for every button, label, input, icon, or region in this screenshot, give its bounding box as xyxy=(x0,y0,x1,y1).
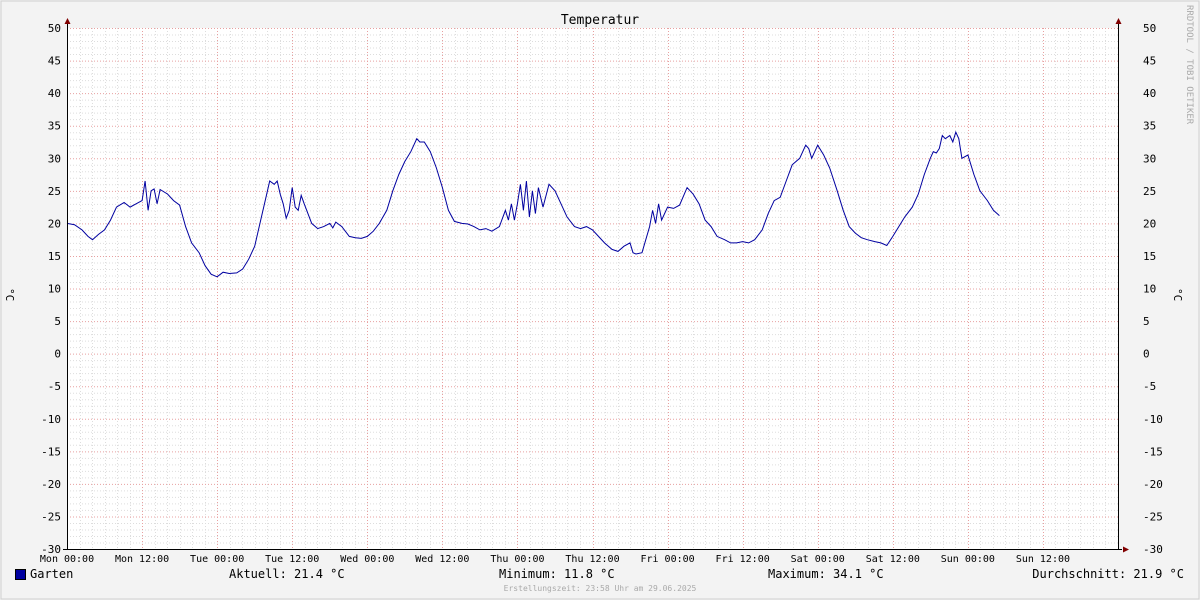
x-tick-label: Fri 12:00 xyxy=(716,554,770,565)
y-tick-label: 0 xyxy=(54,348,61,361)
y-tick-label: 20 xyxy=(1143,217,1156,230)
y-tick-label: 10 xyxy=(48,283,61,296)
x-tick-labels: Mon 00:00 Mon 12:00 Tue 00:00 Tue 12:00 Wed … xyxy=(40,554,1070,565)
y-tick-label: 10 xyxy=(1143,283,1156,296)
y-axis-arrow-right xyxy=(1115,18,1122,24)
y-axis-label-left: °C xyxy=(3,288,16,301)
x-tick-label: Thu 12:00 xyxy=(565,554,619,565)
y-tick-label: -5 xyxy=(48,380,61,393)
y-tick-label: 20 xyxy=(48,217,61,230)
x-tick-label: Mon 12:00 xyxy=(115,554,169,565)
y-tick-label: -5 xyxy=(1143,380,1156,393)
y-tick-labels-right: 50454035302520151050-5-10-15-20-25-30 xyxy=(1143,22,1163,556)
y-tick-label: 15 xyxy=(48,250,61,263)
y-tick-label: 35 xyxy=(48,120,61,133)
y-tick-label: -20 xyxy=(41,478,61,491)
x-axis-arrow xyxy=(1123,546,1129,553)
y-tick-label: 5 xyxy=(54,315,61,328)
y-tick-label: 30 xyxy=(1143,152,1156,165)
x-tick-label: Sat 00:00 xyxy=(791,554,845,565)
temperature-chart: 50454035302520151050-5-10-15-20-25-30 50… xyxy=(0,0,1200,600)
y-axis-arrow-left xyxy=(64,18,71,24)
y-tick-label: 30 xyxy=(48,152,61,165)
y-tick-label: 40 xyxy=(1143,87,1156,100)
y-tick-label: -15 xyxy=(41,445,61,458)
y-tick-label: 45 xyxy=(48,55,61,68)
legend-current: Aktuell: 21.4 °C xyxy=(229,567,345,581)
x-tick-label: Fri 00:00 xyxy=(640,554,694,565)
rrdtool-watermark: RRDTOOL / TOBI OETIKER xyxy=(1184,5,1194,125)
y-tick-labels-left: 50454035302520151050-5-10-15-20-25-30 xyxy=(41,22,61,556)
legend-series-name: Garten xyxy=(30,567,74,581)
y-tick-label: -30 xyxy=(1143,543,1163,556)
x-tick-label: Wed 12:00 xyxy=(415,554,469,565)
legend-average: Durchschnitt: 21.9 °C xyxy=(1032,567,1184,581)
y-tick-label: 35 xyxy=(1143,120,1156,133)
x-tick-label: Tue 00:00 xyxy=(190,554,244,565)
x-tick-label: Thu 00:00 xyxy=(490,554,544,565)
y-tick-label: 5 xyxy=(1143,315,1150,328)
y-tick-label: 45 xyxy=(1143,55,1156,68)
rrd-graph: 50 45 40 35 30 25 20 15 10 5 0 -5 -10 -15 -20 -25 -30 50… xyxy=(0,0,1200,600)
x-tick-label: Sun 00:00 xyxy=(941,554,995,565)
y-tick-label: -15 xyxy=(1143,445,1163,458)
y-tick-label: 15 xyxy=(1143,250,1156,263)
y-tick-label: 50 xyxy=(48,22,61,35)
x-tick-label: Sat 12:00 xyxy=(866,554,920,565)
creation-timestamp: Erstellungszeit: 23:58 Uhr am 29.06.2025 xyxy=(503,584,697,593)
y-tick-label: -25 xyxy=(1143,510,1163,523)
chart-title: Temperatur xyxy=(561,13,639,28)
y-tick-label: -25 xyxy=(41,510,61,523)
y-tick-label: 40 xyxy=(48,87,61,100)
x-tick-label: Wed 00:00 xyxy=(340,554,394,565)
x-tick-label: Sun 12:00 xyxy=(1016,554,1070,565)
y-tick-label: 25 xyxy=(1143,185,1156,198)
x-tick-label: Mon 00:00 xyxy=(40,554,94,565)
x-tick-label: Tue 12:00 xyxy=(265,554,319,565)
y-axis-label-right: °C xyxy=(1171,288,1184,301)
y-tick-label: 50 xyxy=(1143,22,1156,35)
y-tick-label: -20 xyxy=(1143,478,1163,491)
y-tick-label: 25 xyxy=(48,185,61,198)
y-tick-label: -10 xyxy=(41,413,61,426)
legend-swatch-garten xyxy=(15,569,26,580)
legend-minimum: Minimum: 11.8 °C xyxy=(499,567,615,581)
legend-maximum: Maximum: 34.1 °C xyxy=(768,567,884,581)
y-tick-label: -10 xyxy=(1143,413,1163,426)
y-tick-label: 0 xyxy=(1143,348,1150,361)
